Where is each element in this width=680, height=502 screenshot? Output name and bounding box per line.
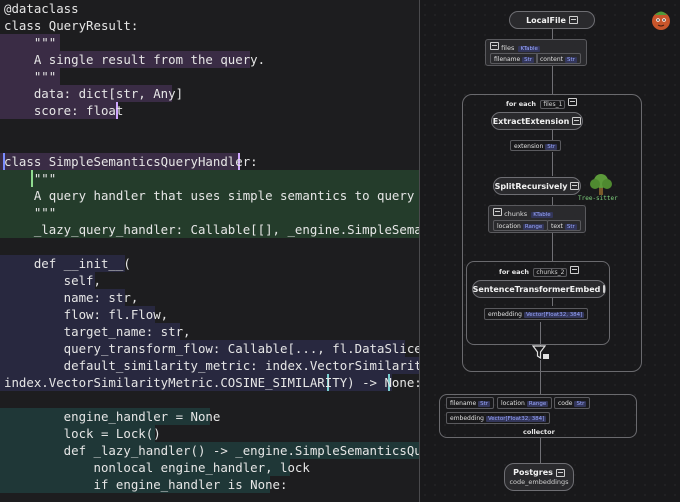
field-location[interactable]: location Range xyxy=(493,220,549,231)
table-name: chunks xyxy=(504,210,528,218)
table-icon xyxy=(493,208,502,216)
code-line[interactable]: A single result from the query. xyxy=(4,51,265,68)
type-tag: KTable xyxy=(531,212,553,218)
node-title: Postgres xyxy=(513,468,553,477)
table-icon xyxy=(572,117,582,125)
node-title: SplitRecursively xyxy=(494,181,568,191)
table-icon xyxy=(568,16,578,24)
type-tag: Str xyxy=(478,401,491,407)
collector-field-location[interactable]: location Range xyxy=(497,397,553,409)
flow-graph[interactable]: LocalFile files KTable filename Str conte… xyxy=(420,0,680,502)
field-name: code xyxy=(558,400,573,407)
type-tag: Str xyxy=(564,224,577,230)
type-tag: Str xyxy=(545,144,558,150)
highlight xyxy=(0,170,419,187)
field-name: filename xyxy=(494,56,521,63)
files-table[interactable]: files KTable filename Str content Str xyxy=(485,39,587,66)
code-line[interactable]: self, xyxy=(4,272,101,289)
for-each-label: for each chunks_2 xyxy=(499,266,579,277)
type-tag: Str xyxy=(522,57,535,63)
tree-sitter-label: Tree-sitter xyxy=(578,195,618,202)
highlight xyxy=(0,204,419,221)
type-tag: Str xyxy=(574,401,587,407)
type-tag: Range xyxy=(526,401,549,407)
collector-field-embedding[interactable]: embedding Vector[Float32, 384] xyxy=(446,412,551,424)
field-name: embedding xyxy=(488,311,522,318)
code-line[interactable]: nonlocal engine_handler, lock xyxy=(4,459,310,476)
field-text[interactable]: text Str xyxy=(547,220,581,231)
code-line[interactable]: data: dict[str, Any] xyxy=(4,85,183,102)
edge xyxy=(552,66,553,94)
table-icon xyxy=(555,468,565,477)
for-each-label: for each files_1 xyxy=(506,98,577,109)
code-line[interactable]: """ xyxy=(4,204,56,221)
table-icon xyxy=(570,182,580,190)
code-line[interactable]: index.VectorSimilarityMetric.COSINE_SIMI… xyxy=(4,374,419,391)
node-local-file[interactable]: LocalFile xyxy=(509,11,595,29)
field-name: filename xyxy=(450,400,477,407)
iter-target: chunks_2 xyxy=(533,268,568,277)
collect-funnel-icon[interactable] xyxy=(531,345,550,361)
iter-target: files_1 xyxy=(540,100,566,109)
extension-output: extension Str xyxy=(510,140,566,152)
node-title: ExtractExtension xyxy=(492,116,570,126)
field-extension[interactable]: extension Str xyxy=(510,140,562,151)
table-icon xyxy=(603,285,606,293)
collector-field-code[interactable]: code Str xyxy=(554,397,591,409)
collector-label: collector xyxy=(523,428,555,436)
code-line[interactable]: A query handler that uses simple semanti… xyxy=(4,187,419,204)
code-line[interactable]: target_name: str, xyxy=(4,323,191,340)
node-title: SentenceTransformerEmbed xyxy=(472,284,601,294)
code-line[interactable]: """ xyxy=(4,170,56,187)
code-line[interactable]: engine_handler = None xyxy=(4,408,221,425)
code-line[interactable]: name: str, xyxy=(4,289,139,306)
code-line[interactable]: def _lazy_handler() -> _engine.SimpleSem… xyxy=(4,442,419,459)
node-title: LocalFile xyxy=(526,15,566,25)
node-extract-extension[interactable]: ExtractExtension xyxy=(491,112,583,130)
code-line[interactable]: default_similarity_metric: index.VectorS… xyxy=(4,357,419,374)
code-line[interactable]: class QueryResult: xyxy=(4,17,138,34)
type-tag: Range xyxy=(522,224,545,230)
field-content[interactable]: content Str xyxy=(536,53,581,64)
node-subtitle: code_embeddings xyxy=(509,478,569,486)
app-logo xyxy=(649,7,673,31)
code-line[interactable]: class SimpleSemanticsQueryHandler: xyxy=(4,153,258,170)
field-filename[interactable]: filename Str xyxy=(490,53,539,64)
edge xyxy=(540,437,541,463)
field-name: embedding xyxy=(450,415,484,422)
field-name: location xyxy=(501,400,525,407)
code-line[interactable]: """ xyxy=(4,34,56,51)
code-line[interactable]: if engine_handler is None: xyxy=(4,476,288,493)
code-line[interactable]: flow: fl.Flow, xyxy=(4,306,168,323)
collector-field-filename[interactable]: filename Str xyxy=(446,397,495,409)
code-editor[interactable]: @dataclass class QueryResult: """ A singl… xyxy=(0,0,419,502)
table-icon xyxy=(490,42,499,50)
node-postgres[interactable]: Postgres code_embeddings xyxy=(504,463,574,491)
tree-sitter-logo: Tree-sitter xyxy=(578,172,618,204)
code-line[interactable]: @dataclass xyxy=(4,0,79,17)
field-embedding[interactable]: embedding Vector[Float32, 384] xyxy=(484,308,589,320)
code-line[interactable]: lock = Lock() xyxy=(4,425,161,442)
type-tag: Vector[Float32, 384] xyxy=(485,416,547,422)
field-name: extension xyxy=(514,143,544,150)
field-name: location xyxy=(497,223,521,230)
table-icon xyxy=(569,266,579,274)
code-line[interactable]: """ xyxy=(4,68,56,85)
edge xyxy=(552,29,553,39)
code-line[interactable]: query_transform_flow: Callable[..., fl.D… xyxy=(4,340,419,357)
code-line[interactable]: def __init__( xyxy=(4,255,131,272)
code-line[interactable]: score: float xyxy=(4,102,124,119)
table-icon xyxy=(567,98,577,106)
table-name: files xyxy=(501,44,515,52)
type-tag: Vector[Float32, 384] xyxy=(523,312,585,318)
type-tag: Str xyxy=(564,57,577,63)
node-sentence-transformer-embed[interactable]: SentenceTransformerEmbed xyxy=(472,280,606,298)
field-name: text xyxy=(551,223,563,230)
type-tag: KTable xyxy=(518,46,540,52)
chunks-table[interactable]: chunks KTable location Range text Str xyxy=(488,205,586,233)
field-name: content xyxy=(540,56,563,63)
node-split-recursively[interactable]: SplitRecursively xyxy=(493,177,581,195)
code-line[interactable]: _lazy_query_handler: Callable[[], _engin… xyxy=(4,221,419,238)
